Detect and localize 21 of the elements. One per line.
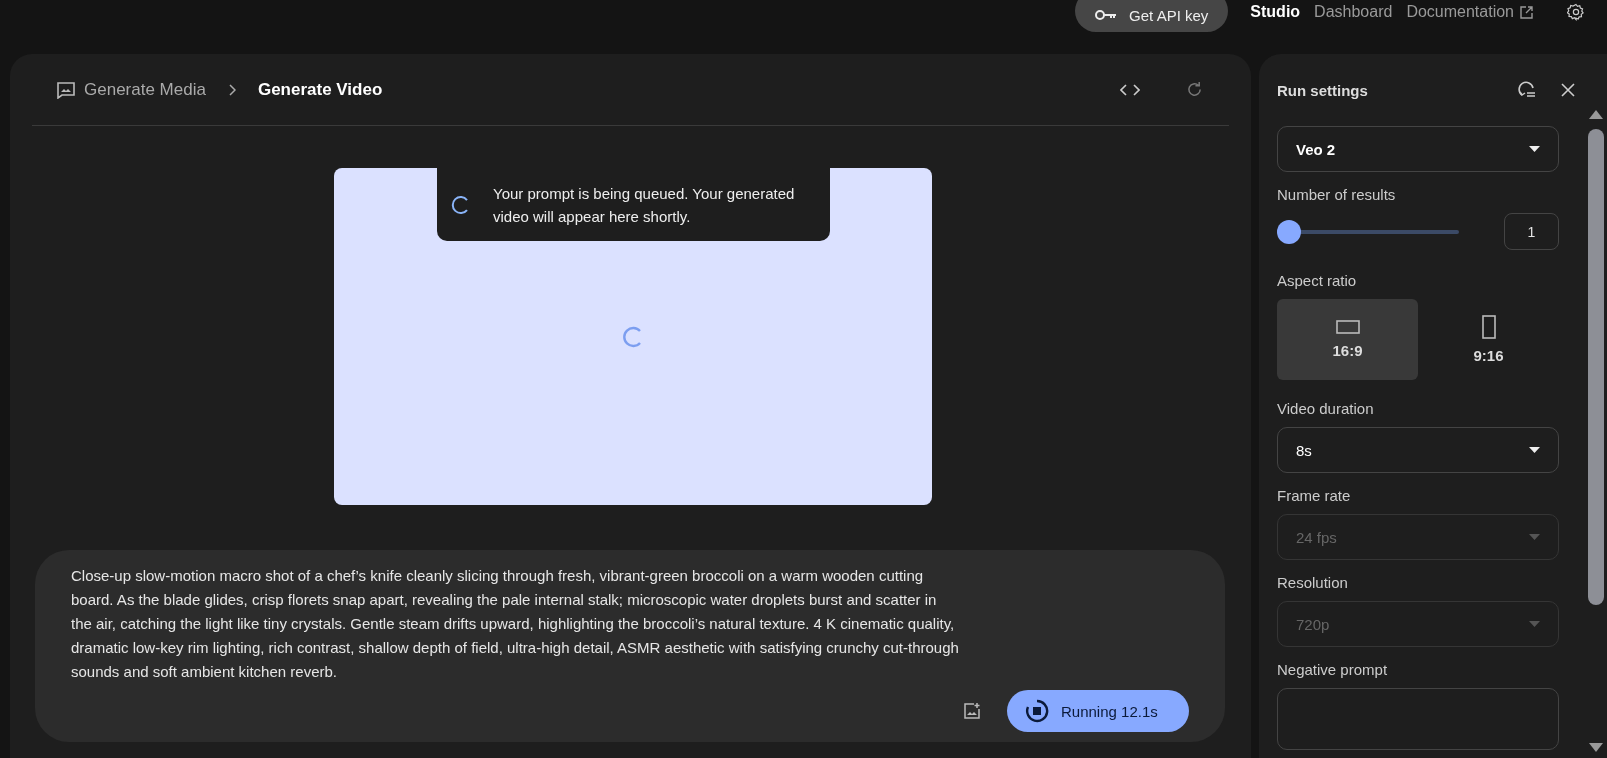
field-label: Negative prompt bbox=[1277, 661, 1389, 678]
toast-message: Your prompt is being queued. Your generated video will appear here shortly. bbox=[493, 183, 796, 227]
get-api-key-button[interactable]: Get API key bbox=[1075, 0, 1229, 32]
nav-link[interactable]: Dashboard bbox=[1314, 2, 1393, 22]
aspect-ratio-option[interactable]: 16:9 bbox=[1277, 299, 1418, 380]
page-title: Generate Video bbox=[257, 79, 383, 100]
model-dropdown[interactable]: Veo 2 bbox=[1277, 126, 1559, 172]
panel-title: Run settings bbox=[1277, 81, 1368, 99]
field-label: Number of results bbox=[1277, 186, 1397, 203]
results-number-field[interactable]: 1 bbox=[1504, 213, 1559, 250]
nav-link[interactable]: Documentation bbox=[1406, 2, 1533, 22]
aspect-ratio-option[interactable]: 9:16 bbox=[1418, 299, 1559, 380]
field-label: Video duration bbox=[1277, 400, 1375, 417]
field-label: Resolution bbox=[1277, 574, 1349, 591]
settings-dropdown[interactable]: 8s bbox=[1277, 427, 1559, 473]
prompt-text: Close-up slow-motion macro shot of a chef’s knife cleanly slicing through fresh, vibrant-green broccoli on a warm wooden cutting board. As the blade glides, crisp florets snap apart, revealing the pale internal stalk; microscopic water droplets burst and scatter in the air, catching the light like tiny crystals. Gentle steam drifts upward, highlighting the broccoli’s natural texture. 4 K cinematic quality, dramatic low-key rim lighting, rich contrast, shallow depth of field, ultra-high detail, ASMR aesthetic with satisfying crunchy cut-through sounds and soft ambient kitchen reverb. bbox=[71, 566, 960, 682]
field-label: Aspect ratio bbox=[1277, 272, 1358, 289]
nav-link[interactable]: Studio bbox=[1250, 2, 1301, 22]
breadcrumb-link[interactable]: Generate Media bbox=[84, 79, 206, 100]
running-button[interactable]: Running 12.1s bbox=[1007, 690, 1189, 732]
field-label: Frame rate bbox=[1277, 487, 1352, 504]
